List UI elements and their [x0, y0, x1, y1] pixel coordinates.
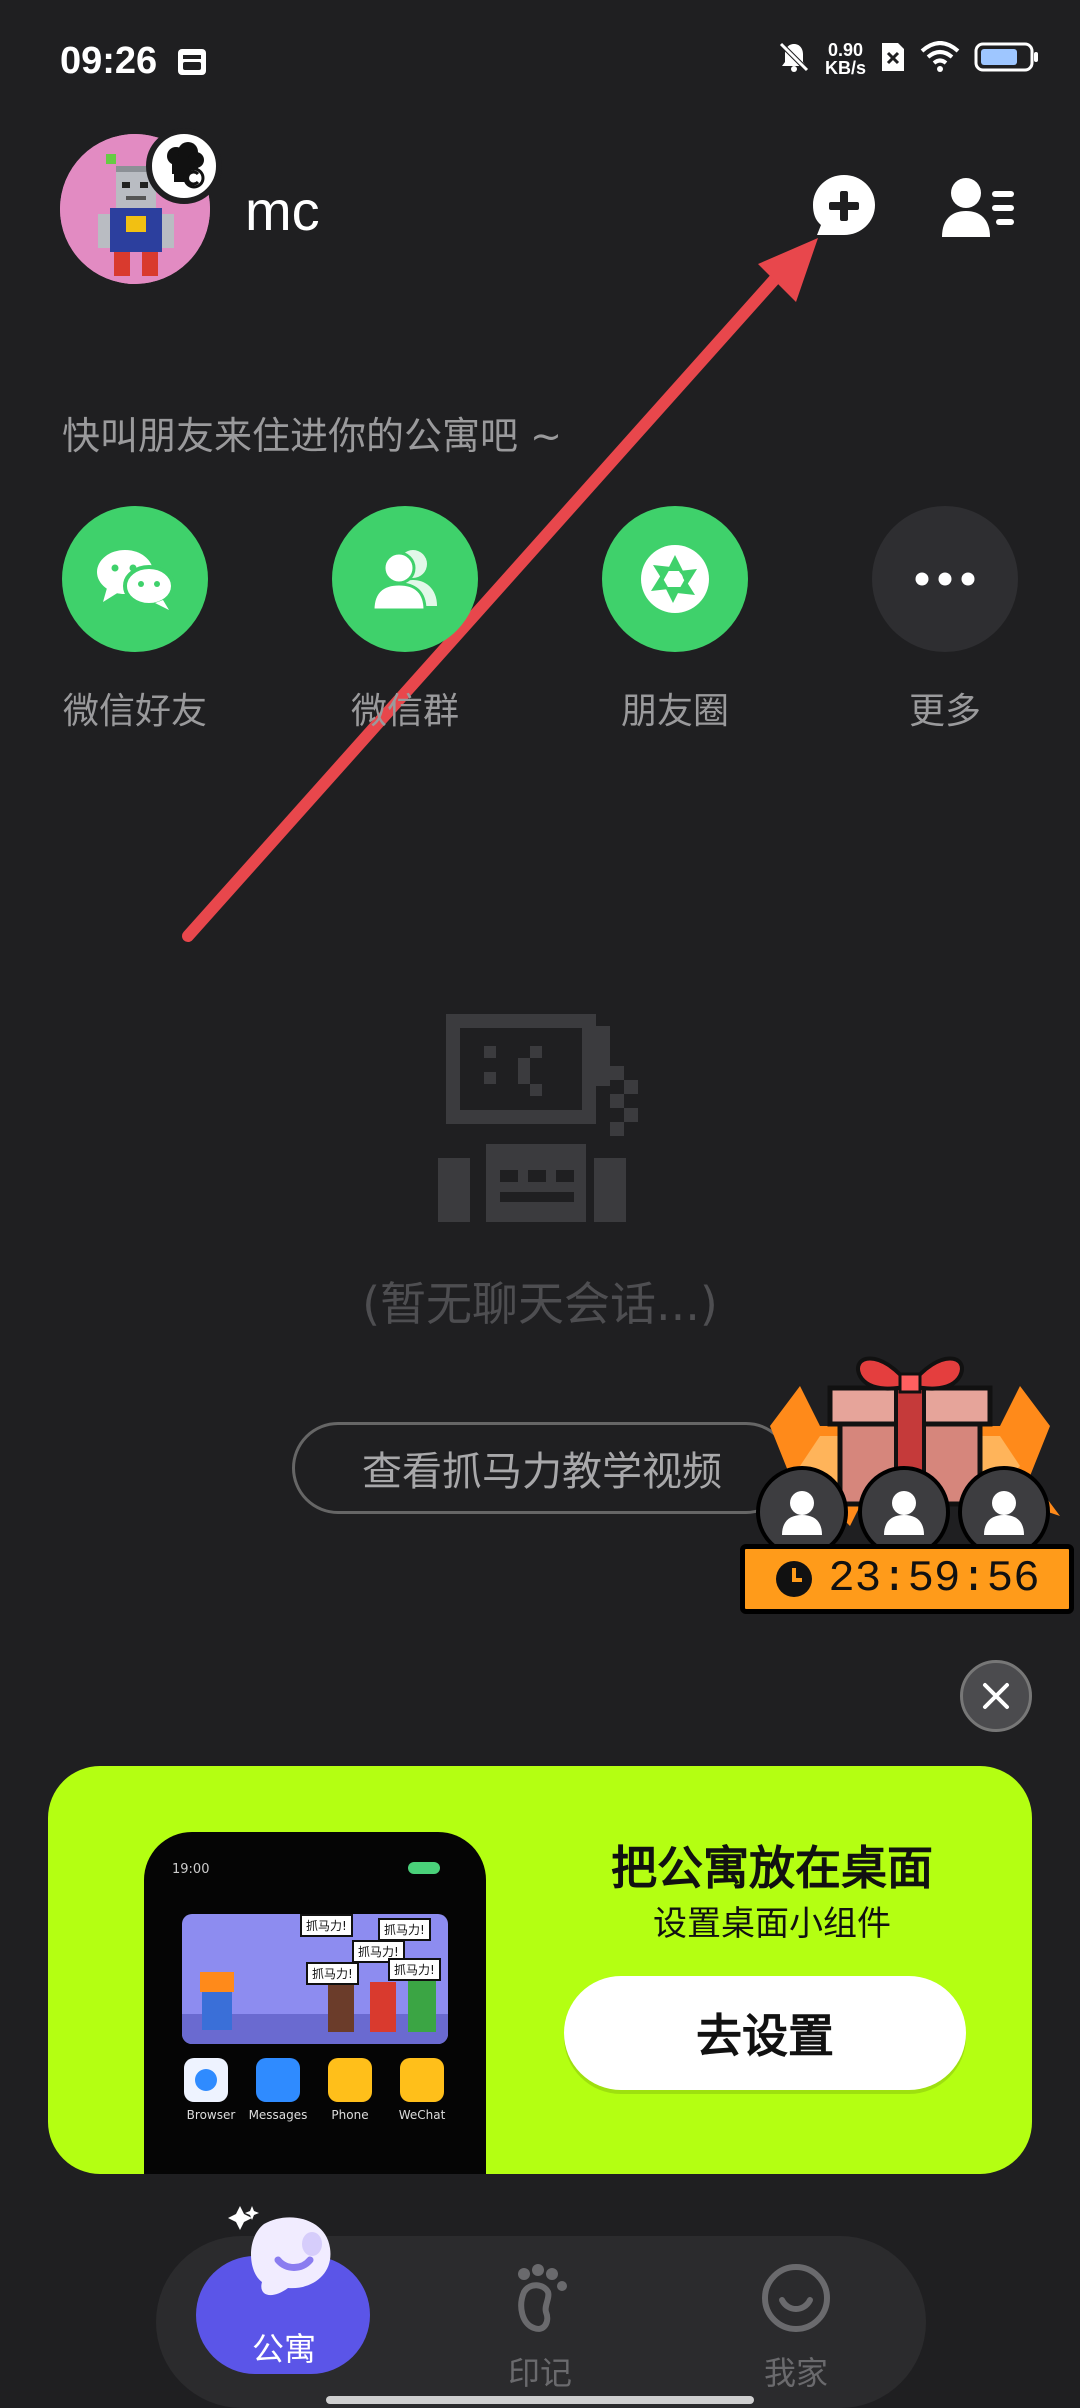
contacts-button[interactable]	[940, 172, 1016, 244]
messages-app-icon	[256, 2058, 300, 2102]
phone-app-icon	[328, 2058, 372, 2102]
share-label: 微信好友	[62, 691, 207, 732]
status-time: 09:26	[60, 40, 158, 82]
person-icon	[884, 1491, 924, 1535]
countdown-text: 23:59:56	[828, 1554, 1040, 1604]
network-speed: 0.90 KB/s	[824, 40, 866, 78]
banner-subtitle: 设置桌面小组件	[653, 1904, 891, 1944]
more-dots-icon	[872, 506, 1018, 652]
close-icon	[983, 1683, 1009, 1709]
share-moments[interactable]: 朋友圈	[600, 506, 750, 734]
speech-bubble: 抓马力!	[388, 1958, 441, 1981]
nav-label-footprints: 印记	[507, 2354, 572, 2392]
person-icon	[782, 1491, 822, 1535]
contacts-list-icon	[942, 178, 1014, 237]
invite-prompt: 快叫朋友来住进你的公寓吧 ~	[62, 414, 562, 458]
share-wechat-friend[interactable]: 微信好友	[60, 506, 210, 734]
banner-title: 把公寓放在桌面	[611, 1841, 933, 1895]
go-setup-button[interactable]: 去设置	[564, 1976, 966, 2090]
app-label: WeChat	[398, 2108, 446, 2122]
clock-icon	[776, 1561, 813, 1597]
nav-label-apartment: 公寓	[251, 2330, 316, 2368]
close-banner-button[interactable]	[960, 1660, 1032, 1732]
empty-message: (暂无聊天会话...)	[362, 1277, 718, 1331]
browser-app-icon	[184, 2058, 228, 2102]
tutorial-video-button[interactable]: 查看抓马力教学视频	[292, 1422, 792, 1514]
my-home-face-icon	[762, 2264, 830, 2332]
wechat-group-icon	[332, 506, 478, 652]
person-icon	[984, 1491, 1024, 1535]
nav-item-footprints[interactable]: 印记	[470, 2256, 610, 2396]
home-indicator[interactable]	[326, 2396, 754, 2404]
moments-icon	[602, 506, 748, 652]
nav-label-my-home: 我家	[763, 2354, 828, 2392]
wechat-chat-icon	[62, 506, 208, 652]
footprint-icon	[518, 2264, 567, 2332]
gift-countdown: 23:59:56	[740, 1544, 1074, 1614]
sim-x-icon	[880, 41, 906, 77]
share-more[interactable]: 更多	[870, 506, 1020, 734]
share-wechat-group[interactable]: 微信群	[330, 506, 480, 734]
share-label: 微信群	[350, 691, 459, 732]
status-icons: 0.90 KB/s	[777, 40, 1040, 78]
calendar-notification-icon	[176, 46, 208, 82]
share-label: 朋友圈	[620, 691, 729, 732]
wifi-icon	[920, 41, 960, 77]
widget-banner[interactable]: 19:00 抓马力! 抓马力! 抓马力! 抓马力! 抓马力! Browser M…	[48, 1766, 1032, 2174]
nav-item-my-home[interactable]: 我家	[726, 2256, 866, 2396]
battery-icon	[974, 41, 1040, 77]
wechat-app-icon	[400, 2058, 444, 2102]
share-label: 更多	[908, 691, 981, 732]
speech-bubble: 抓马力!	[306, 1962, 359, 1985]
chef-hat-badge-icon	[146, 128, 222, 204]
mute-bell-icon	[777, 40, 811, 78]
apartment-mascot-icon	[228, 2206, 331, 2296]
empty-chat-robot-icon	[438, 1014, 638, 1222]
